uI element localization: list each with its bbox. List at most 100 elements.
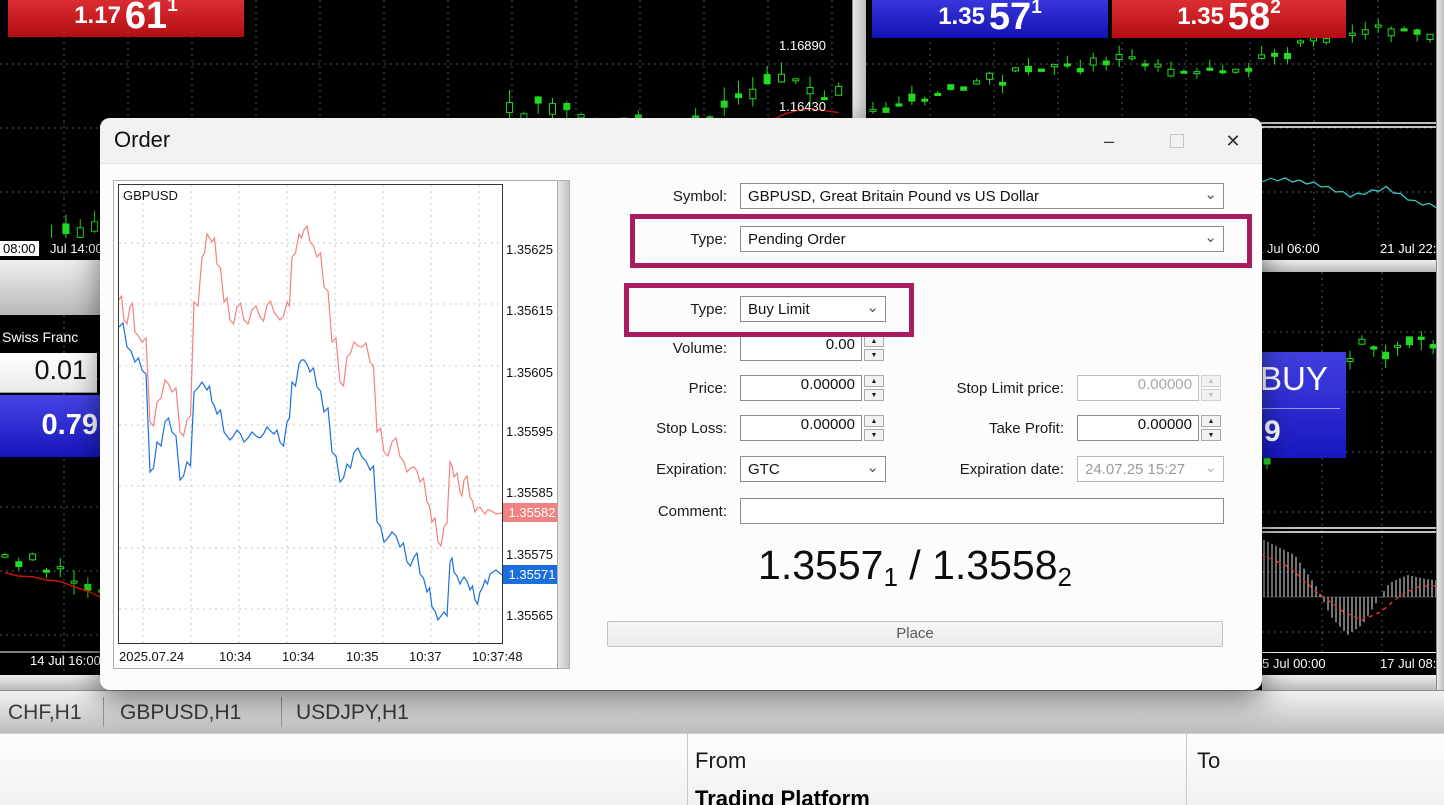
price-scale-label: 1.35605	[506, 365, 558, 380]
workspace-scrollbar[interactable]	[1436, 0, 1444, 690]
stop-loss-input[interactable]: 0.00000	[740, 415, 862, 441]
column-header-to[interactable]: To	[1197, 748, 1220, 774]
time-label: 10:34	[219, 649, 252, 664]
expiration-date-select: 24.07.25 15:27 ⌄	[1077, 456, 1224, 482]
place-order-button[interactable]: Place	[607, 621, 1223, 647]
chart-title-usdchf: Swiss Franc	[2, 329, 78, 345]
stop-loss-label: Stop Loss:	[557, 420, 727, 437]
step-down-icon[interactable]: ▼	[864, 429, 884, 441]
price-pips: 61	[125, 0, 167, 35]
order-type-select[interactable]: Buy Limit ⌄	[740, 296, 886, 322]
dialog-titlebar[interactable]: Order – ✕	[100, 118, 1262, 164]
price-scale-label: 1.35615	[506, 303, 558, 318]
quote-separator: /	[898, 542, 932, 588]
step-down-icon[interactable]: ▼	[1201, 429, 1221, 441]
expiration-date-label: Expiration date:	[894, 461, 1064, 478]
chevron-down-icon: ⌄	[1204, 185, 1217, 203]
sell-price-button-eurusd[interactable]: 1.17 61 1	[8, 0, 244, 37]
tab-divider	[281, 697, 282, 727]
stop-loss-stepper[interactable]: ▲▼	[864, 415, 884, 441]
price-scale-label: 1.16890	[779, 38, 826, 53]
step-down-icon: ▼	[1201, 389, 1221, 401]
symbol-label: Symbol:	[557, 188, 727, 205]
price-input[interactable]: 0.00000	[740, 375, 862, 401]
minimize-button[interactable]: –	[1086, 118, 1132, 164]
column-divider	[687, 734, 688, 805]
price-point: 1	[1031, 0, 1042, 19]
volume-input[interactable]: 0.00	[740, 335, 862, 361]
buy-label: BUY	[1262, 352, 1346, 398]
symbol-select[interactable]: GBPUSD, Great Britain Pound vs US Dollar…	[740, 183, 1224, 209]
take-profit-label: Take Profit:	[894, 420, 1064, 437]
mail-list-panel: From To Trading Platform	[0, 733, 1444, 805]
order-dialog: Order – ✕ GBPUSD 1.35625 1.35615 1.35605…	[100, 118, 1262, 690]
tab-usdchf-h1[interactable]: CHF,H1	[8, 691, 82, 734]
bid-price-badge: 1.35571	[503, 565, 561, 584]
price-main: 1.35	[1177, 3, 1224, 31]
order-type-value: Buy Limit	[748, 301, 810, 318]
step-up-icon[interactable]: ▲	[864, 335, 884, 347]
buy-sub-value: 9	[1262, 409, 1346, 449]
tab-gbpusd-h1[interactable]: GBPUSD,H1	[120, 691, 241, 734]
symbol-value: GBPUSD, Great Britain Pound vs US Dollar	[748, 188, 1039, 205]
price-scale-label: 1.35575	[506, 547, 558, 562]
price-pips: 58	[1228, 0, 1270, 36]
mail-sender[interactable]: Trading Platform	[695, 786, 870, 805]
take-profit-input[interactable]: 0.00000	[1077, 415, 1199, 441]
price-main: 1.17	[74, 2, 121, 30]
buy-price-button-gbpusd[interactable]: 1.35 58 2	[1112, 0, 1346, 38]
dialog-title: Order	[114, 127, 170, 153]
time-label: 21 Jul 22:0	[1380, 241, 1444, 256]
tick-chart-plot	[118, 184, 503, 644]
quote-ask: 1.3558	[932, 542, 1057, 588]
tick-chart: GBPUSD 1.35625 1.35615 1.35605 1.35595 1…	[113, 180, 570, 669]
stop-limit-label: Stop Limit price:	[894, 380, 1064, 397]
sell-price-button-gbpusd[interactable]: 1.35 57 1	[872, 0, 1108, 38]
price-scale-label: 1.16430	[779, 99, 826, 114]
price-label: Price:	[557, 380, 727, 397]
time-label: 1 Jul 06:00	[1256, 241, 1320, 256]
tick-chart-canvas	[119, 185, 502, 643]
price-stepper[interactable]: ▲▼	[864, 375, 884, 401]
volume-label: Volume:	[557, 340, 727, 357]
step-up-icon[interactable]: ▲	[864, 415, 884, 427]
tab-divider	[103, 697, 104, 727]
price-point: 1	[167, 0, 178, 17]
time-label: 10:37	[409, 649, 442, 664]
price-scale-label: 1.35565	[506, 608, 558, 623]
close-button[interactable]: ✕	[1210, 118, 1256, 164]
time-label: 14 Jul 16:00	[30, 653, 101, 668]
candlestick-chart-usdjpy	[1262, 272, 1444, 652]
volume-stepper[interactable]: ▲▼	[864, 335, 884, 361]
quote-bid: 1.3557	[758, 542, 883, 588]
step-down-icon[interactable]: ▼	[864, 389, 884, 401]
order-type-label: Type:	[557, 301, 727, 318]
one-click-sell-button[interactable]: 0.79	[0, 395, 100, 457]
expiration-select[interactable]: GTC ⌄	[740, 456, 886, 482]
step-up-icon[interactable]: ▲	[864, 375, 884, 387]
column-header-from[interactable]: From	[695, 748, 746, 774]
one-click-volume[interactable]: 0.01	[0, 353, 97, 393]
time-label-highlight: 08:00	[0, 241, 39, 256]
time-label: 10:35	[346, 649, 379, 664]
step-up-icon: ▲	[1201, 375, 1221, 387]
tab-usdjpy-h1[interactable]: USDJPY,H1	[296, 691, 409, 734]
time-label: 10:37:48	[472, 649, 523, 664]
maximize-icon	[1170, 134, 1184, 148]
time-label: 17 Jul 08:0	[1380, 656, 1444, 671]
maximize-button[interactable]	[1154, 118, 1200, 164]
price-scale-label: 1.35625	[506, 242, 558, 257]
comment-input[interactable]	[740, 498, 1224, 524]
step-down-icon[interactable]: ▼	[864, 349, 884, 361]
step-up-icon[interactable]: ▲	[1201, 415, 1221, 427]
chart-tab-bar: CHF,H1 GBPUSD,H1 USDJPY,H1	[0, 690, 1444, 733]
time-label: 2025.07.24	[119, 649, 184, 664]
time-axis-usdjpy: 5 Jul 00:00 17 Jul 08:0	[1262, 652, 1444, 675]
order-mode-select[interactable]: Pending Order ⌄	[740, 226, 1224, 252]
time-label: 10:34	[282, 649, 315, 664]
price-point: 2	[1270, 0, 1281, 19]
order-mode-value: Pending Order	[748, 231, 846, 248]
take-profit-stepper[interactable]: ▲▼	[1201, 415, 1221, 441]
buy-panel-button[interactable]: BUY 9	[1262, 352, 1346, 458]
expiration-date-value: 24.07.25 15:27	[1085, 461, 1185, 478]
